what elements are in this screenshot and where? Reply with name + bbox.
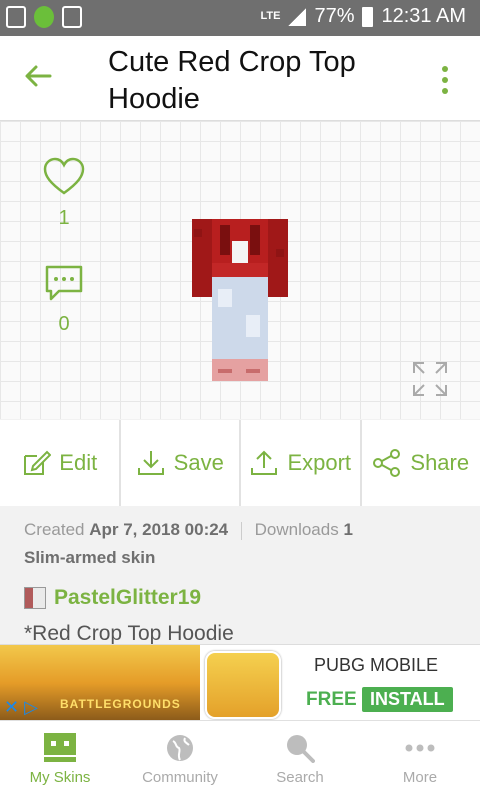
- app-bar: Cute Red Crop Top Hoodie: [0, 36, 480, 121]
- created-date: Apr 7, 2018 00:24: [89, 520, 228, 539]
- battery-percent: 77%: [314, 5, 354, 28]
- save-label: Save: [174, 450, 224, 476]
- skin-preview[interactable]: 1 0: [0, 121, 480, 419]
- downloads-count: 1: [343, 520, 352, 539]
- ad-banner[interactable]: ✕ ▷ BATTLEGROUNDS PUBG MOBILE FREE INSTA…: [0, 644, 480, 721]
- save-button[interactable]: Save: [121, 420, 240, 506]
- nav-label: More: [403, 769, 437, 786]
- nav-my-skins[interactable]: My Skins: [0, 721, 120, 801]
- skin-info: Created Apr 7, 2018 00:24 Downloads 1 Sl…: [24, 516, 464, 572]
- export-label: Export: [287, 450, 351, 476]
- divider: [241, 522, 242, 540]
- share-button[interactable]: Share: [362, 420, 480, 506]
- share-icon: [372, 448, 402, 478]
- ad-app-logo[interactable]: [205, 651, 281, 719]
- bottom-nav: My Skins Community Search More: [0, 720, 480, 801]
- comment-stat[interactable]: 0: [38, 263, 90, 336]
- share-label: Share: [410, 450, 469, 476]
- edit-button[interactable]: Edit: [0, 420, 119, 506]
- battery-icon: [362, 7, 373, 27]
- downloads-label: Downloads: [255, 520, 339, 539]
- tablet-icon: [62, 6, 82, 28]
- ad-install-button[interactable]: INSTALL: [362, 687, 453, 712]
- overflow-menu-icon[interactable]: [442, 66, 450, 94]
- ad-image[interactable]: ✕ ▷ BATTLEGROUNDS: [0, 645, 200, 721]
- comment-icon[interactable]: [43, 263, 85, 303]
- skin-description: *Red Crop Top Hoodie: [24, 622, 234, 646]
- ad-free-label: FREE: [306, 689, 357, 711]
- skin-model[interactable]: [190, 219, 290, 389]
- app-notification-icon: [34, 6, 54, 28]
- avatar: [24, 587, 46, 609]
- nav-community[interactable]: Community: [120, 721, 240, 801]
- signal-icon: [288, 8, 306, 26]
- ad-game-text: BATTLEGROUNDS: [60, 697, 181, 711]
- more-dots-icon: [403, 733, 437, 763]
- nav-label: Community: [142, 769, 218, 786]
- notification-icons: [6, 6, 82, 28]
- ad-choices-icon[interactable]: ✕ ▷: [4, 697, 38, 718]
- clock: 12:31 AM: [381, 5, 466, 28]
- action-bar: Edit Save Export Share: [0, 420, 480, 506]
- download-icon: [136, 448, 166, 478]
- edit-icon: [21, 448, 51, 478]
- comment-count: 0: [58, 313, 69, 335]
- like-stat[interactable]: 1: [38, 157, 90, 230]
- export-button[interactable]: Export: [241, 420, 360, 506]
- fullscreen-icon[interactable]: [410, 359, 450, 399]
- author-link[interactable]: PastelGlitter19: [24, 586, 201, 610]
- skin-type: Slim-armed skin: [24, 548, 155, 567]
- created-label: Created: [24, 520, 84, 539]
- nav-label: Search: [276, 769, 324, 786]
- globe-icon: [165, 733, 195, 763]
- page-title: Cute Red Crop Top Hoodie: [108, 44, 408, 118]
- search-icon: [285, 733, 315, 763]
- edit-label: Edit: [59, 450, 97, 476]
- recycle-icon: [6, 6, 26, 28]
- ad-app-name: PUBG MOBILE: [314, 655, 438, 676]
- network-type: LTE: [260, 11, 280, 22]
- skin-head-icon: [43, 733, 77, 763]
- nav-search[interactable]: Search: [240, 721, 360, 801]
- back-arrow-icon[interactable]: [18, 56, 58, 96]
- like-count: 1: [58, 207, 69, 229]
- author-name[interactable]: PastelGlitter19: [54, 586, 201, 610]
- upload-icon: [249, 448, 279, 478]
- nav-label: My Skins: [30, 769, 91, 786]
- heart-icon[interactable]: [42, 157, 86, 197]
- status-bar: LTE 77% 12:31 AM: [0, 0, 480, 36]
- nav-more[interactable]: More: [360, 721, 480, 801]
